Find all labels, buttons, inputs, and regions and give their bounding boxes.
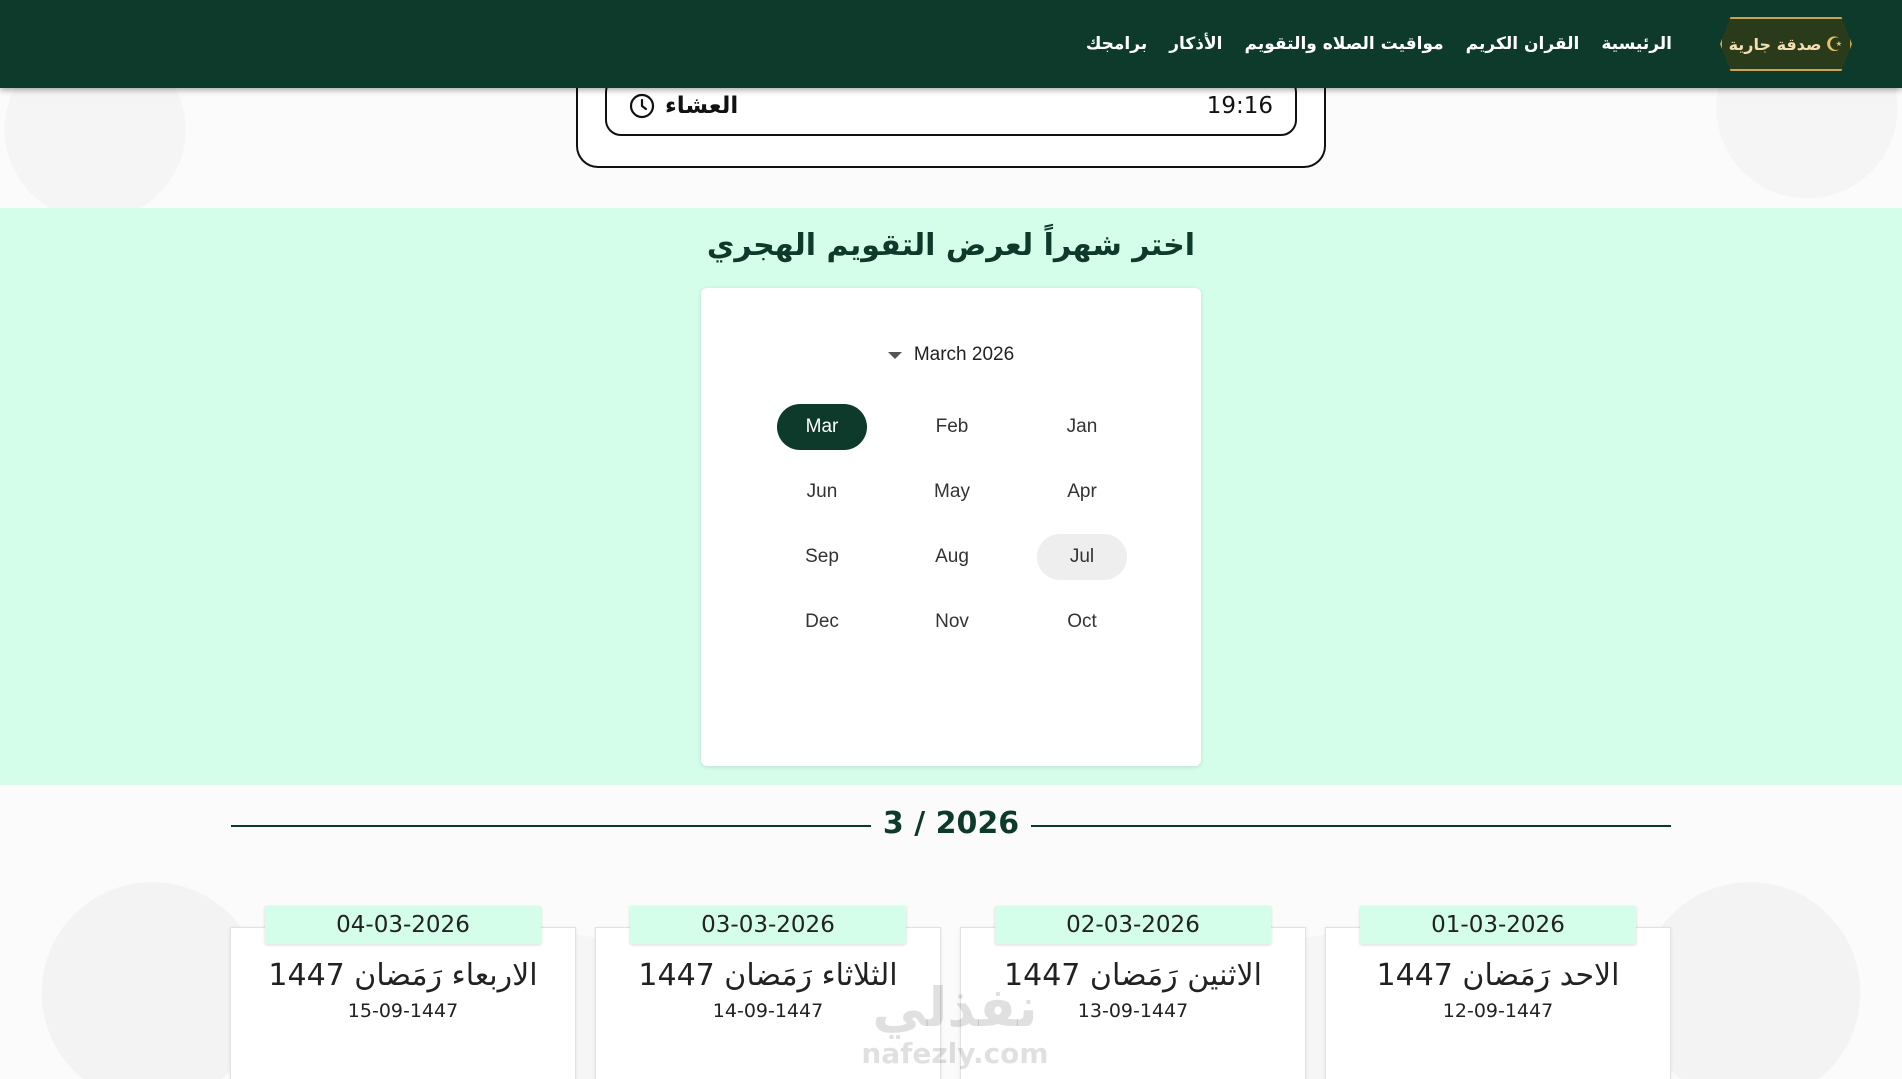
nav-adhkar[interactable]: الأذكار	[1169, 34, 1222, 54]
day-date-badge: 03-03-2026	[630, 906, 906, 944]
month-option-selected[interactable]: Mar	[777, 403, 867, 450]
nav-home[interactable]: الرئيسية	[1601, 34, 1672, 54]
month-option[interactable]: Apr	[1037, 469, 1127, 515]
day-hijri-name: الثلاثاء رَمَضان 1447	[638, 958, 898, 993]
month-picker: March 2026 Mar Feb Jan Jun May Apr Sep A…	[701, 288, 1201, 766]
prayer-name-group: العشاء	[629, 93, 738, 119]
day-hijri-date: 14-09-1447	[712, 1000, 824, 1022]
month-option[interactable]: Jan	[1037, 404, 1127, 450]
prayer-time: 19:16	[1206, 93, 1273, 119]
crescent-icon: ☪	[1825, 32, 1844, 56]
day-hijri-name: الاحد رَمَضان 1447	[1376, 958, 1620, 993]
month-option[interactable]: Jun	[777, 469, 867, 515]
month-option[interactable]: Oct	[1037, 599, 1127, 645]
day-hijri-date: 13-09-1447	[1077, 1000, 1189, 1022]
day-hijri-name: الاربعاء رَمَضان 1447	[268, 958, 538, 993]
month-option-hovered[interactable]: Jul	[1037, 533, 1127, 580]
month-option[interactable]: Nov	[907, 599, 997, 645]
month-option[interactable]: Dec	[777, 599, 867, 645]
month-grid: Mar Feb Jan Jun May Apr Sep Aug Jul Dec …	[757, 394, 1147, 654]
month-option[interactable]: May	[907, 469, 997, 515]
day-hijri-date: 15-09-1447	[347, 1000, 459, 1022]
month-option[interactable]: Feb	[907, 404, 997, 450]
day-hijri-date: 12-09-1447	[1442, 1000, 1554, 1022]
prayer-name: العشاء	[665, 93, 739, 119]
month-option[interactable]: Sep	[777, 534, 867, 580]
day-hijri-name: الاثنين رَمَضان 1447	[1004, 958, 1262, 993]
month-option[interactable]: Aug	[907, 534, 997, 580]
day-date-badge: 02-03-2026	[995, 906, 1271, 944]
site-logo[interactable]: صدقة جارية ☪	[1720, 17, 1852, 71]
main-nav: الرئيسية القران الكريم مواقيت الصلاه وال…	[1068, 0, 1672, 88]
day-date-badge: 04-03-2026	[265, 906, 541, 944]
clock-icon	[629, 93, 655, 119]
month-heading: 3 / 2026	[882, 806, 1020, 841]
top-navbar: صدقة جارية ☪ الرئيسية القران الكريم مواق…	[0, 0, 1902, 88]
picker-year-label[interactable]: March 2026	[914, 344, 1014, 366]
picker-header[interactable]: March 2026	[701, 344, 1201, 366]
nav-programs[interactable]: برامجك	[1086, 34, 1147, 54]
caret-down-icon[interactable]	[887, 351, 902, 359]
nav-quran[interactable]: القران الكريم	[1466, 34, 1580, 54]
day-date-badge: 01-03-2026	[1360, 906, 1636, 944]
section-title: اختر شهراً لعرض التقويم الهجري	[706, 228, 1196, 263]
nav-prayer-times[interactable]: مواقيت الصلاه والتقويم	[1245, 34, 1444, 54]
logo-text: صدقة جارية	[1728, 34, 1822, 54]
